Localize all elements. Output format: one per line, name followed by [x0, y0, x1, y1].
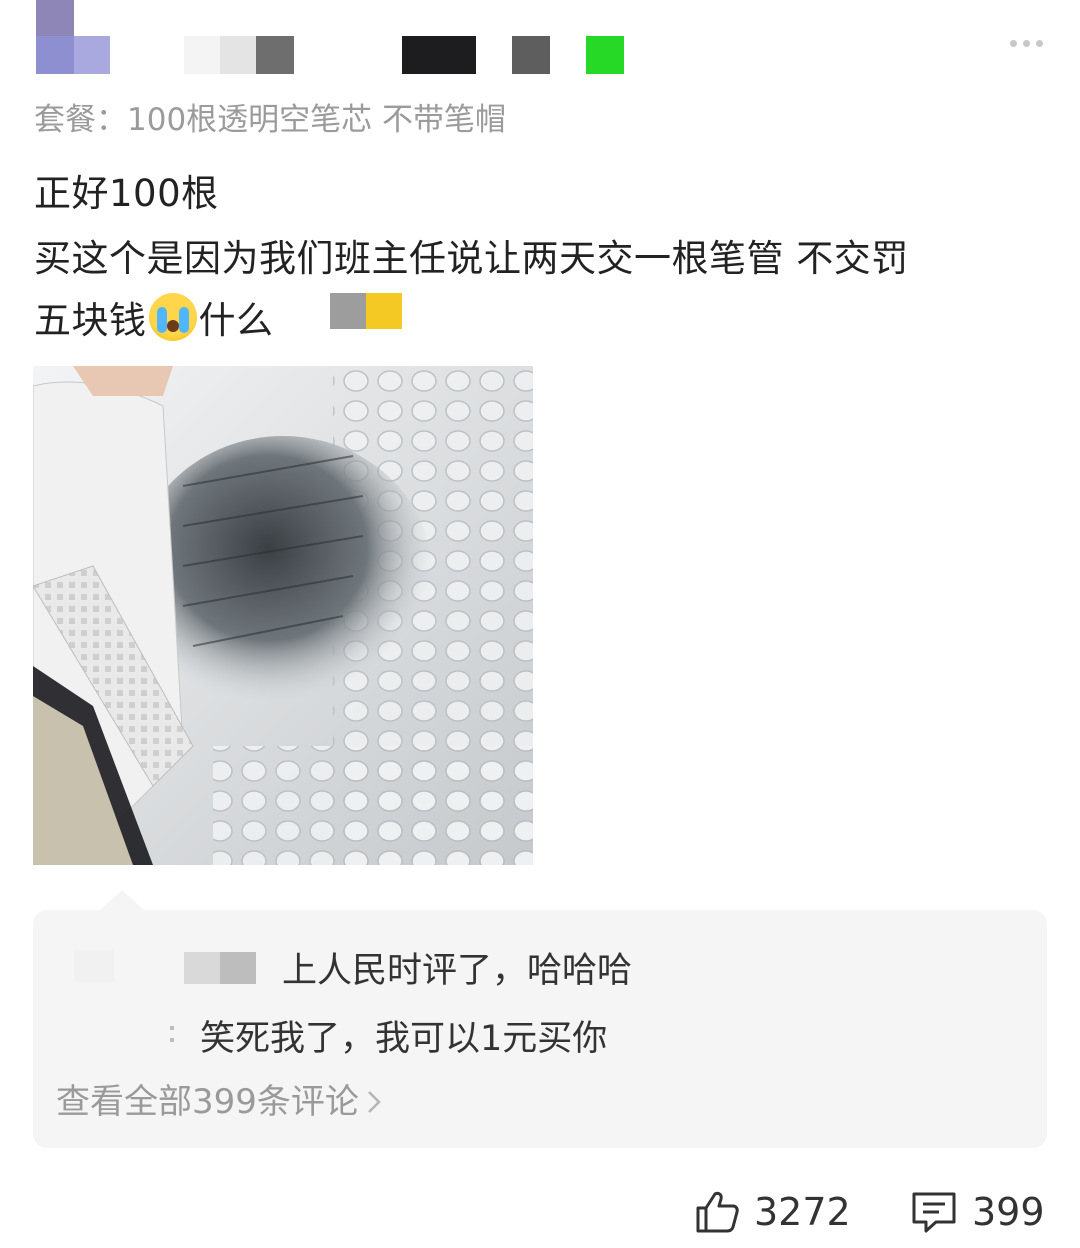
like-count: 3272: [754, 1190, 851, 1234]
commenter-redacted-2[interactable]: [60, 1012, 190, 1052]
post-text-line-2: 买这个是因为我们班主任说让两天交一根笔管 不交罚: [34, 237, 909, 280]
more-icon[interactable]: [1010, 36, 1050, 50]
view-all-label: 查看全部399条评论: [56, 1082, 359, 1122]
avatar[interactable]: [36, 0, 116, 74]
like-button[interactable]: 3272: [694, 1190, 851, 1234]
photo-illustration: [33, 366, 533, 865]
comment-icon: [912, 1192, 956, 1233]
post-text-line-3a: 五块钱: [34, 299, 147, 342]
post-text-line-3b: 什么: [198, 299, 274, 342]
comment-box-pointer: [100, 890, 144, 910]
crying-face-emoji: [148, 293, 197, 341]
comment-count: 399: [972, 1190, 1045, 1234]
chevron-right-icon: [368, 1091, 381, 1113]
post-text-line-3: 五块钱 什么: [34, 290, 274, 344]
commenter-redacted[interactable]: [60, 946, 260, 986]
post-photo[interactable]: [33, 366, 533, 865]
comment-text-1: 上人民时评了，哈哈哈: [282, 951, 633, 991]
comment-button[interactable]: 399: [910, 1190, 1045, 1234]
post-text-line-1: 正好100根: [34, 172, 219, 215]
username-redacted[interactable]: [184, 36, 624, 74]
thumbs-up-icon: [696, 1191, 739, 1233]
package-info: 套餐：100根透明空笔芯 不带笔帽: [34, 102, 507, 138]
comment-text-2: 笑死我了，我可以1元买你: [200, 1019, 608, 1059]
view-all-comments-link[interactable]: 查看全部399条评论: [56, 1074, 385, 1123]
redacted-sticker: [330, 293, 402, 329]
